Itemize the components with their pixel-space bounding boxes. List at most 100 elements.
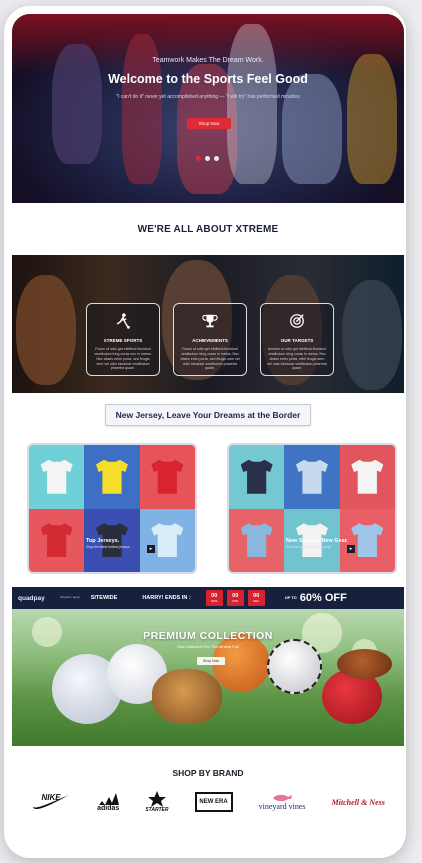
jersey-image — [40, 523, 73, 558]
trophy-icon — [202, 314, 218, 328]
jersey-panels: Top Jerseys. Shop the latest football jer… — [12, 437, 404, 587]
brand-name: vineyard vines — [258, 802, 306, 811]
hero-tagline: Teamwork Makes The Dream Work. — [152, 57, 264, 64]
panel-caption-sub: Shop the latest baseball jerseys — [286, 545, 332, 549]
brand-vineyard-vines[interactable]: vineyard vines — [259, 793, 306, 811]
jersey-panel-baseball[interactable]: New Season, New Gear. Shop the latest bas… — [227, 443, 397, 574]
countdown: 00 HRS 00 MIN 00 SEC — [205, 590, 265, 606]
jersey-tile[interactable] — [139, 508, 195, 572]
countdown-seconds: 00 SEC — [247, 590, 265, 606]
jersey-tile[interactable] — [139, 445, 195, 509]
quadpay-logo: quadpay — [18, 594, 45, 602]
jersey-tile[interactable] — [339, 445, 395, 509]
up-to-label: UP TO — [284, 594, 297, 600]
feature-description: Fusce ut odio get eleifend tincidunt ves… — [180, 347, 240, 371]
adidas-stripes-icon — [99, 792, 120, 805]
countdown-hours: 00 HRS — [205, 590, 223, 606]
jersey-image — [40, 459, 73, 494]
brand-name: NEW ERA — [199, 799, 228, 805]
jersey-banner: New Jersey, Leave Your Dreams at the Bor… — [12, 393, 404, 437]
brand-logos: NIKE adidas STARTER NEW ERA vineyard vin… — [12, 784, 404, 820]
panel-caption-title: New Season, New Gear. — [286, 538, 349, 544]
jersey-tile[interactable] — [229, 445, 285, 509]
jersey-panel-football[interactable]: Top Jerseys. Shop the latest football jer… — [27, 443, 197, 574]
sitewide-label: SITEWIDE — [90, 595, 118, 601]
panel-caption: Top Jerseys. Shop the latest football jer… — [86, 538, 129, 549]
jersey-tile[interactable] — [284, 445, 340, 509]
countdown-minutes: 00 MIN — [226, 590, 244, 606]
feature-card[interactable]: ACHIEVEMENTS Fusce ut odio get eleifend … — [173, 303, 247, 376]
brand-name: Mitchell & Ness — [331, 797, 385, 807]
countdown-unit: HRS — [211, 599, 218, 603]
jersey-image — [151, 523, 184, 558]
premium-collection: PREMIUM COLLECTION Our Collection For Th… — [12, 609, 404, 746]
feature-title: XTREME SPORTS — [103, 338, 143, 343]
shop-now-button[interactable]: Shop Now — [187, 118, 231, 129]
jersey-banner-title: New Jersey, Leave Your Dreams at the Bor… — [104, 404, 312, 426]
jersey-tile[interactable] — [229, 508, 285, 572]
starter-star-icon — [147, 791, 166, 807]
jersey-image — [295, 459, 328, 494]
new-era-logo: NEW ERA — [194, 792, 233, 812]
brand-name: adidas — [97, 804, 120, 812]
athlete-silhouette — [227, 24, 277, 184]
athlete-image — [342, 280, 402, 390]
slider-dot[interactable] — [205, 156, 210, 161]
athlete-image — [16, 275, 76, 385]
feature-cards: XTREME SPORTS Fusce ut odio get eleifend… — [86, 303, 334, 376]
promo-note: Valuation apply — [59, 595, 80, 600]
panel-caption-sub: Shop the latest football jerseys — [86, 545, 130, 549]
arrow-right-icon[interactable]: ▸ — [347, 545, 355, 553]
countdown-unit: SEC — [253, 599, 260, 603]
hero-banner: Teamwork Makes The Dream Work. Welcome t… — [12, 14, 404, 203]
jersey-tile[interactable] — [84, 445, 140, 509]
jersey-image — [240, 523, 273, 558]
premium-title: PREMIUM COLLECTION — [143, 630, 273, 642]
about-title: WE'RE ALL ABOUT XTREME — [137, 223, 279, 235]
jersey-tile[interactable] — [29, 445, 85, 509]
slider-dot[interactable] — [196, 156, 201, 161]
jersey-image — [95, 459, 128, 494]
brand-starter[interactable]: STARTER — [145, 791, 169, 813]
arrow-right-icon[interactable]: ▸ — [147, 545, 155, 553]
feature-title: ACHIEVEMENTS — [192, 338, 228, 343]
feature-card[interactable]: XTREME SPORTS Fusce ut odio get eleifend… — [86, 303, 160, 376]
jersey-image — [351, 459, 384, 494]
premium-subtitle: Our Collection For The Athlete Full — [177, 644, 239, 649]
whale-icon — [273, 794, 293, 802]
jersey-image — [351, 523, 384, 558]
target-icon — [290, 314, 304, 328]
jersey-image — [240, 459, 273, 494]
hero-title: Welcome to the Sports Feel Good — [108, 72, 308, 86]
promo-banner[interactable]: quadpay Valuation apply SITEWIDE HARRY! … — [12, 587, 404, 609]
phone-frame: Teamwork Makes The Dream Work. Welcome t… — [4, 6, 406, 858]
brand-new-era[interactable]: NEW ERA — [194, 792, 233, 812]
feature-description: Fusce ut odio get eleifend tincidunt ves… — [94, 347, 152, 371]
feature-description: Aenean ut odio get eleifend tincidunt ve… — [267, 347, 327, 371]
discount-label: 60% OFF — [299, 592, 347, 604]
baseball-glove-image — [152, 669, 222, 724]
premium-shop-button[interactable]: Shop Now — [197, 657, 225, 665]
hurry-label: HARRY! ENDS IN : — [142, 595, 191, 601]
brand-mitchell-ness[interactable]: Mitchell & Ness — [332, 798, 385, 807]
countdown-unit: MIN — [232, 599, 238, 603]
panel-caption: New Season, New Gear. Shop the latest bas… — [286, 538, 348, 549]
brand-adidas[interactable]: adidas — [97, 792, 120, 812]
feature-title: OUR TARGETS — [280, 338, 314, 343]
slider-dots — [196, 156, 219, 161]
brand-name: STARTER — [145, 807, 169, 813]
soccer-player-icon — [116, 313, 130, 329]
american-football-image — [337, 649, 392, 679]
slider-dot[interactable] — [214, 156, 219, 161]
feature-card[interactable]: OUR TARGETS Aenean ut odio get eleifend … — [260, 303, 334, 376]
brand-name: NIKE — [41, 792, 61, 802]
screen: Teamwork Makes The Dream Work. Welcome t… — [12, 14, 404, 850]
brand-nike[interactable]: NIKE — [31, 793, 71, 811]
hero-subtitle: "I can't do it" never yet accomplished a… — [116, 94, 300, 100]
jersey-image — [151, 459, 184, 494]
panel-caption-title: Top Jerseys. — [86, 538, 120, 544]
brands-title: SHOP BY BRAND — [172, 768, 244, 778]
features-band: XTREME SPORTS Fusce ut odio get eleifend… — [12, 255, 404, 393]
athlete-silhouette — [282, 74, 342, 184]
jersey-tile[interactable] — [29, 508, 85, 572]
